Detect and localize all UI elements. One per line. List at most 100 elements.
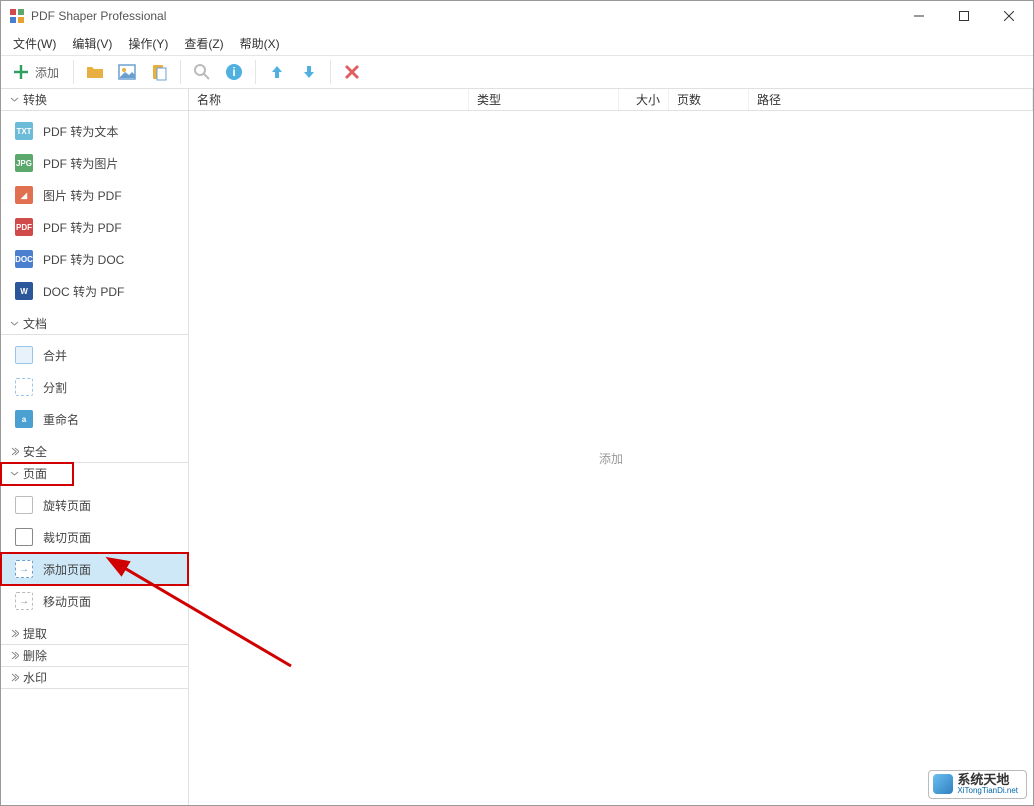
separator	[255, 60, 256, 84]
sidebar-item-pdf-to-text[interactable]: TXT PDF 转为文本	[1, 115, 188, 147]
category-watermark[interactable]: 水印	[1, 667, 188, 689]
split-icon	[15, 378, 33, 396]
sidebar-item-merge[interactable]: 合并	[1, 339, 188, 371]
chevron-down-icon	[9, 95, 19, 105]
sidebar-item-label: PDF 转为图片	[43, 155, 118, 172]
rename-icon: a	[15, 410, 33, 428]
folder-button[interactable]	[80, 58, 110, 86]
arrow-down-icon	[299, 62, 319, 82]
sidebar-item-label: 分割	[43, 379, 67, 396]
pdf-icon: PDF	[15, 218, 33, 236]
separator	[330, 60, 331, 84]
column-name[interactable]: 名称	[189, 89, 469, 110]
add-button[interactable]: 添加	[7, 58, 67, 86]
menu-view[interactable]: 查看(Z)	[176, 33, 231, 54]
sidebar-item-label: 裁切页面	[43, 529, 91, 546]
category-document[interactable]: 文档	[1, 313, 188, 335]
sidebar-item-label: PDF 转为文本	[43, 123, 118, 140]
sidebar-item-label: 添加页面	[43, 561, 91, 578]
category-label: 页面	[23, 465, 47, 482]
sidebar-item-crop-pages[interactable]: 裁切页面	[1, 521, 188, 553]
menubar: 文件(W) 编辑(V) 操作(Y) 查看(Z) 帮助(X)	[1, 31, 1033, 55]
column-size[interactable]: 大小	[619, 89, 669, 110]
info-button[interactable]: i	[219, 58, 249, 86]
menu-action[interactable]: 操作(Y)	[120, 33, 176, 54]
sidebar-item-rotate-pages[interactable]: ↻ 旋转页面	[1, 489, 188, 521]
sidebar-item-label: 移动页面	[43, 593, 91, 610]
image-icon: ◢	[15, 186, 33, 204]
category-label: 安全	[23, 443, 47, 460]
search-icon	[192, 62, 212, 82]
sidebar: 转换 TXT PDF 转为文本 JPG PDF 转为图片 ◢ 图片 转为 PDF PD…	[1, 89, 189, 805]
separator	[73, 60, 74, 84]
down-button[interactable]	[294, 58, 324, 86]
app-icon	[9, 8, 25, 24]
sidebar-item-image-to-pdf[interactable]: ◢ 图片 转为 PDF	[1, 179, 188, 211]
search-button[interactable]	[187, 58, 217, 86]
category-label: 提取	[23, 625, 47, 642]
chevron-right-icon	[9, 629, 19, 639]
category-extract[interactable]: 提取	[1, 623, 188, 645]
watermark-badge: 系统天地 XiTongTianDi.net	[928, 770, 1027, 799]
add-page-icon	[15, 560, 33, 578]
clipboard-icon	[149, 62, 169, 82]
category-label: 删除	[23, 647, 47, 664]
chevron-down-icon	[9, 319, 19, 329]
column-path[interactable]: 路径	[749, 89, 1033, 110]
image-icon	[117, 62, 137, 82]
sidebar-item-pdf-to-doc[interactable]: DOC PDF 转为 DOC	[1, 243, 188, 275]
sidebar-item-pdf-to-pdf[interactable]: PDF PDF 转为 PDF	[1, 211, 188, 243]
folder-icon	[85, 62, 105, 82]
column-type[interactable]: 类型	[469, 89, 619, 110]
empty-placeholder[interactable]: 添加	[189, 111, 1033, 805]
workspace: 转换 TXT PDF 转为文本 JPG PDF 转为图片 ◢ 图片 转为 PDF PD…	[1, 89, 1033, 805]
window-title: PDF Shaper Professional	[31, 9, 166, 23]
menu-file[interactable]: 文件(W)	[5, 33, 64, 54]
category-label: 文档	[23, 315, 47, 332]
category-convert[interactable]: 转换	[1, 89, 188, 111]
rotate-icon: ↻	[15, 496, 33, 514]
menu-edit[interactable]: 编辑(V)	[64, 33, 120, 54]
jpg-icon: JPG	[15, 154, 33, 172]
sidebar-item-split[interactable]: 分割	[1, 371, 188, 403]
category-label: 水印	[23, 669, 47, 686]
x-icon	[342, 62, 362, 82]
sidebar-item-pdf-to-image[interactable]: JPG PDF 转为图片	[1, 147, 188, 179]
sidebar-item-label: PDF 转为 DOC	[43, 251, 124, 268]
plus-icon	[11, 62, 31, 82]
info-icon: i	[224, 62, 244, 82]
word-icon: W	[15, 282, 33, 300]
sidebar-item-label: 旋转页面	[43, 497, 91, 514]
merge-icon	[15, 346, 33, 364]
titlebar: PDF Shaper Professional	[1, 1, 1033, 31]
main-panel: 名称 类型 大小 页数 路径 添加	[189, 89, 1033, 805]
paste-button[interactable]	[144, 58, 174, 86]
category-convert-items: TXTPDF 转为文本 JPGPDF 转为图片 ◢图片 转为 PDF PDFPD…	[1, 111, 188, 313]
sidebar-item-label: PDF 转为 PDF	[43, 219, 122, 236]
remove-button[interactable]	[337, 58, 367, 86]
category-document-items: 合并 分割 a重命名	[1, 335, 188, 441]
crop-icon	[15, 528, 33, 546]
sidebar-item-add-pages[interactable]: 添加页面	[1, 553, 188, 585]
doc-icon: DOC	[15, 250, 33, 268]
minimize-button[interactable]	[896, 2, 941, 30]
sidebar-item-rename[interactable]: a重命名	[1, 403, 188, 435]
category-label: 转换	[23, 91, 47, 108]
up-button[interactable]	[262, 58, 292, 86]
chevron-down-icon	[9, 469, 19, 479]
close-button[interactable]	[986, 2, 1031, 30]
column-pages[interactable]: 页数	[669, 89, 749, 110]
maximize-button[interactable]	[941, 2, 986, 30]
category-security[interactable]: 安全	[1, 441, 188, 463]
sidebar-item-label: 图片 转为 PDF	[43, 187, 122, 204]
txt-icon: TXT	[15, 122, 33, 140]
category-pages[interactable]: 页面	[1, 463, 73, 485]
menu-help[interactable]: 帮助(X)	[232, 33, 288, 54]
chevron-right-icon	[9, 673, 19, 683]
sidebar-item-label: DOC 转为 PDF	[43, 283, 124, 300]
image-button[interactable]	[112, 58, 142, 86]
category-delete[interactable]: 删除	[1, 645, 188, 667]
column-headers: 名称 类型 大小 页数 路径	[189, 89, 1033, 111]
sidebar-item-move-pages[interactable]: 移动页面	[1, 585, 188, 617]
sidebar-item-doc-to-pdf[interactable]: W DOC 转为 PDF	[1, 275, 188, 307]
